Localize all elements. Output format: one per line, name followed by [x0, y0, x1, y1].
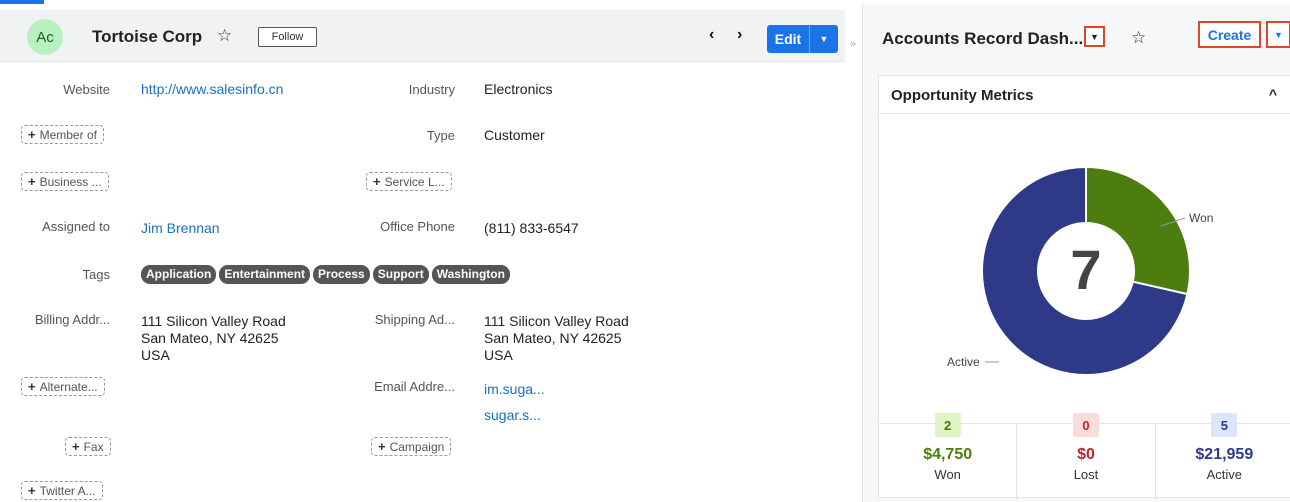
- favorite-star-icon[interactable]: ☆: [217, 26, 232, 46]
- industry-value: Electronics: [484, 81, 553, 97]
- plus-icon: +: [28, 379, 36, 394]
- metric-won[interactable]: 2 $4,750 Won: [879, 413, 1018, 499]
- tag-item[interactable]: Application: [141, 265, 217, 284]
- add-campaign-button[interactable]: + Campaign: [371, 437, 452, 456]
- tag-item[interactable]: Process: [313, 265, 370, 284]
- metric-active[interactable]: 5 $21,959 Active: [1156, 413, 1290, 499]
- donut-center-total: 7: [1070, 238, 1101, 301]
- plus-icon: +: [28, 127, 36, 142]
- metric-amount: $4,750: [923, 446, 973, 463]
- dashboard-sidebar: Accounts Record Dash... ▼ ☆ Create ▼ Opp…: [862, 4, 1290, 502]
- fax-label: Fax: [83, 439, 104, 454]
- dashboard-favorite-star-icon[interactable]: ☆: [1131, 28, 1146, 48]
- add-service-level-button[interactable]: + Service L...: [366, 172, 452, 191]
- previous-record-icon[interactable]: ‹: [709, 26, 714, 44]
- record-name: Tortoise Corp: [92, 27, 203, 46]
- tag-item[interactable]: Support: [372, 265, 429, 284]
- metric-label: Won: [934, 467, 961, 482]
- plus-icon: +: [28, 483, 36, 498]
- twitter-label: Twitter A...: [39, 483, 96, 498]
- alternate-label: Alternate...: [39, 379, 98, 394]
- dashlet-title: Opportunity Metrics: [891, 87, 1034, 104]
- metric-label: Active: [1206, 467, 1243, 482]
- billing-line-3: USA: [141, 347, 170, 363]
- metric-amount: $21,959: [1195, 446, 1254, 463]
- dashboard-dropdown-caret-icon[interactable]: ▼: [1084, 26, 1105, 47]
- tag-item[interactable]: Entertainment: [219, 265, 311, 284]
- assigned-to-label: Assigned to: [42, 219, 110, 234]
- avatar: Ac: [27, 19, 63, 55]
- website-link[interactable]: http://www.salesinfo.cn: [141, 81, 283, 98]
- shipping-line-1: 111 Silicon Valley Road: [484, 313, 629, 329]
- collapse-chevron-up-icon[interactable]: ^: [1269, 86, 1277, 102]
- email-link-2[interactable]: sugar.s...: [484, 407, 541, 424]
- billing-line-2: San Mateo, NY 42625: [141, 330, 279, 346]
- active-callout-label: Active: [947, 355, 980, 369]
- add-alternate-phone-button[interactable]: + Alternate...: [21, 377, 105, 396]
- assigned-user-link[interactable]: Jim Brennan: [141, 220, 220, 237]
- metric-count-badge: 2: [934, 413, 961, 437]
- opportunity-metrics-dashlet: Opportunity Metrics ^ 7 Won Active 2 $4,…: [878, 75, 1290, 499]
- campaign-label: Campaign: [389, 439, 445, 454]
- dashboard-title: Accounts Record Dash...: [882, 29, 1084, 48]
- add-twitter-account-button[interactable]: + Twitter A...: [21, 481, 103, 500]
- industry-label: Industry: [408, 82, 455, 97]
- edit-button[interactable]: Edit: [767, 25, 810, 53]
- type-label: Type: [426, 128, 455, 143]
- billing-address-label: Billing Addr...: [34, 312, 110, 327]
- dashlet-header: Opportunity Metrics ^: [879, 76, 1290, 114]
- shipping-line-2: San Mateo, NY 42625: [484, 330, 622, 346]
- add-fax-button[interactable]: + Fax: [65, 437, 111, 456]
- email-link-1[interactable]: im.suga...: [484, 381, 545, 398]
- metric-amount: $0: [1077, 446, 1095, 463]
- service-label: Service L...: [384, 174, 445, 189]
- metric-label: Lost: [1073, 467, 1099, 482]
- add-member-of-button[interactable]: + Member of: [21, 125, 104, 144]
- next-record-icon[interactable]: ›: [737, 26, 742, 44]
- type-value: Customer: [484, 127, 545, 143]
- collapse-sidebar-icon[interactable]: »: [850, 38, 856, 50]
- metric-lost[interactable]: 0 $0 Lost: [1017, 413, 1156, 499]
- add-business-center-button[interactable]: + Business ...: [21, 172, 109, 191]
- edit-button-group: Edit ▼: [767, 25, 838, 53]
- plus-icon: +: [72, 439, 80, 454]
- metrics-row: 2 $4,750 Won 0 $0 Lost 5 $21,959 Active: [879, 413, 1290, 499]
- plus-icon: +: [28, 174, 36, 189]
- office-phone-label: Office Phone: [380, 219, 455, 234]
- shipping-address-label: Shipping Ad...: [374, 312, 455, 327]
- record-header: Ac Tortoise Corp ☆ Follow ‹ › Edit ▼ »: [0, 10, 856, 62]
- office-phone-value: (811) 833-6547: [484, 220, 579, 236]
- business-label: Business ...: [39, 174, 102, 189]
- email-address-label: Email Addre...: [374, 379, 455, 394]
- tags-list: Application Entertainment Process Suppor…: [141, 265, 510, 284]
- shipping-line-3: USA: [484, 347, 513, 363]
- edit-dropdown-caret-icon[interactable]: ▼: [810, 25, 838, 53]
- billing-line-1: 111 Silicon Valley Road: [141, 313, 286, 329]
- follow-button[interactable]: Follow: [258, 27, 317, 47]
- metric-count-badge: 5: [1211, 413, 1238, 437]
- donut-slice-won[interactable]: [1085, 165, 1191, 296]
- tags-label: Tags: [82, 267, 110, 282]
- member-of-label: Member of: [39, 127, 97, 142]
- won-callout-label: Won: [1189, 211, 1213, 225]
- plus-icon: +: [378, 439, 386, 454]
- website-label: Website: [63, 82, 110, 97]
- shipping-address-value: 111 Silicon Valley Road San Mateo, NY 42…: [484, 313, 629, 364]
- record-panel: Ac Tortoise Corp ☆ Follow ‹ › Edit ▼ » W…: [0, 4, 856, 502]
- metric-count-badge: 0: [1072, 413, 1099, 437]
- create-dashboard-button[interactable]: Create: [1198, 21, 1261, 48]
- opportunity-donut-chart: 7 Won Active: [947, 165, 1213, 376]
- create-dropdown-caret-icon[interactable]: ▼: [1266, 21, 1290, 48]
- plus-icon: +: [373, 174, 381, 189]
- tag-item[interactable]: Washington: [431, 265, 510, 284]
- billing-address-value: 111 Silicon Valley Road San Mateo, NY 42…: [141, 313, 286, 364]
